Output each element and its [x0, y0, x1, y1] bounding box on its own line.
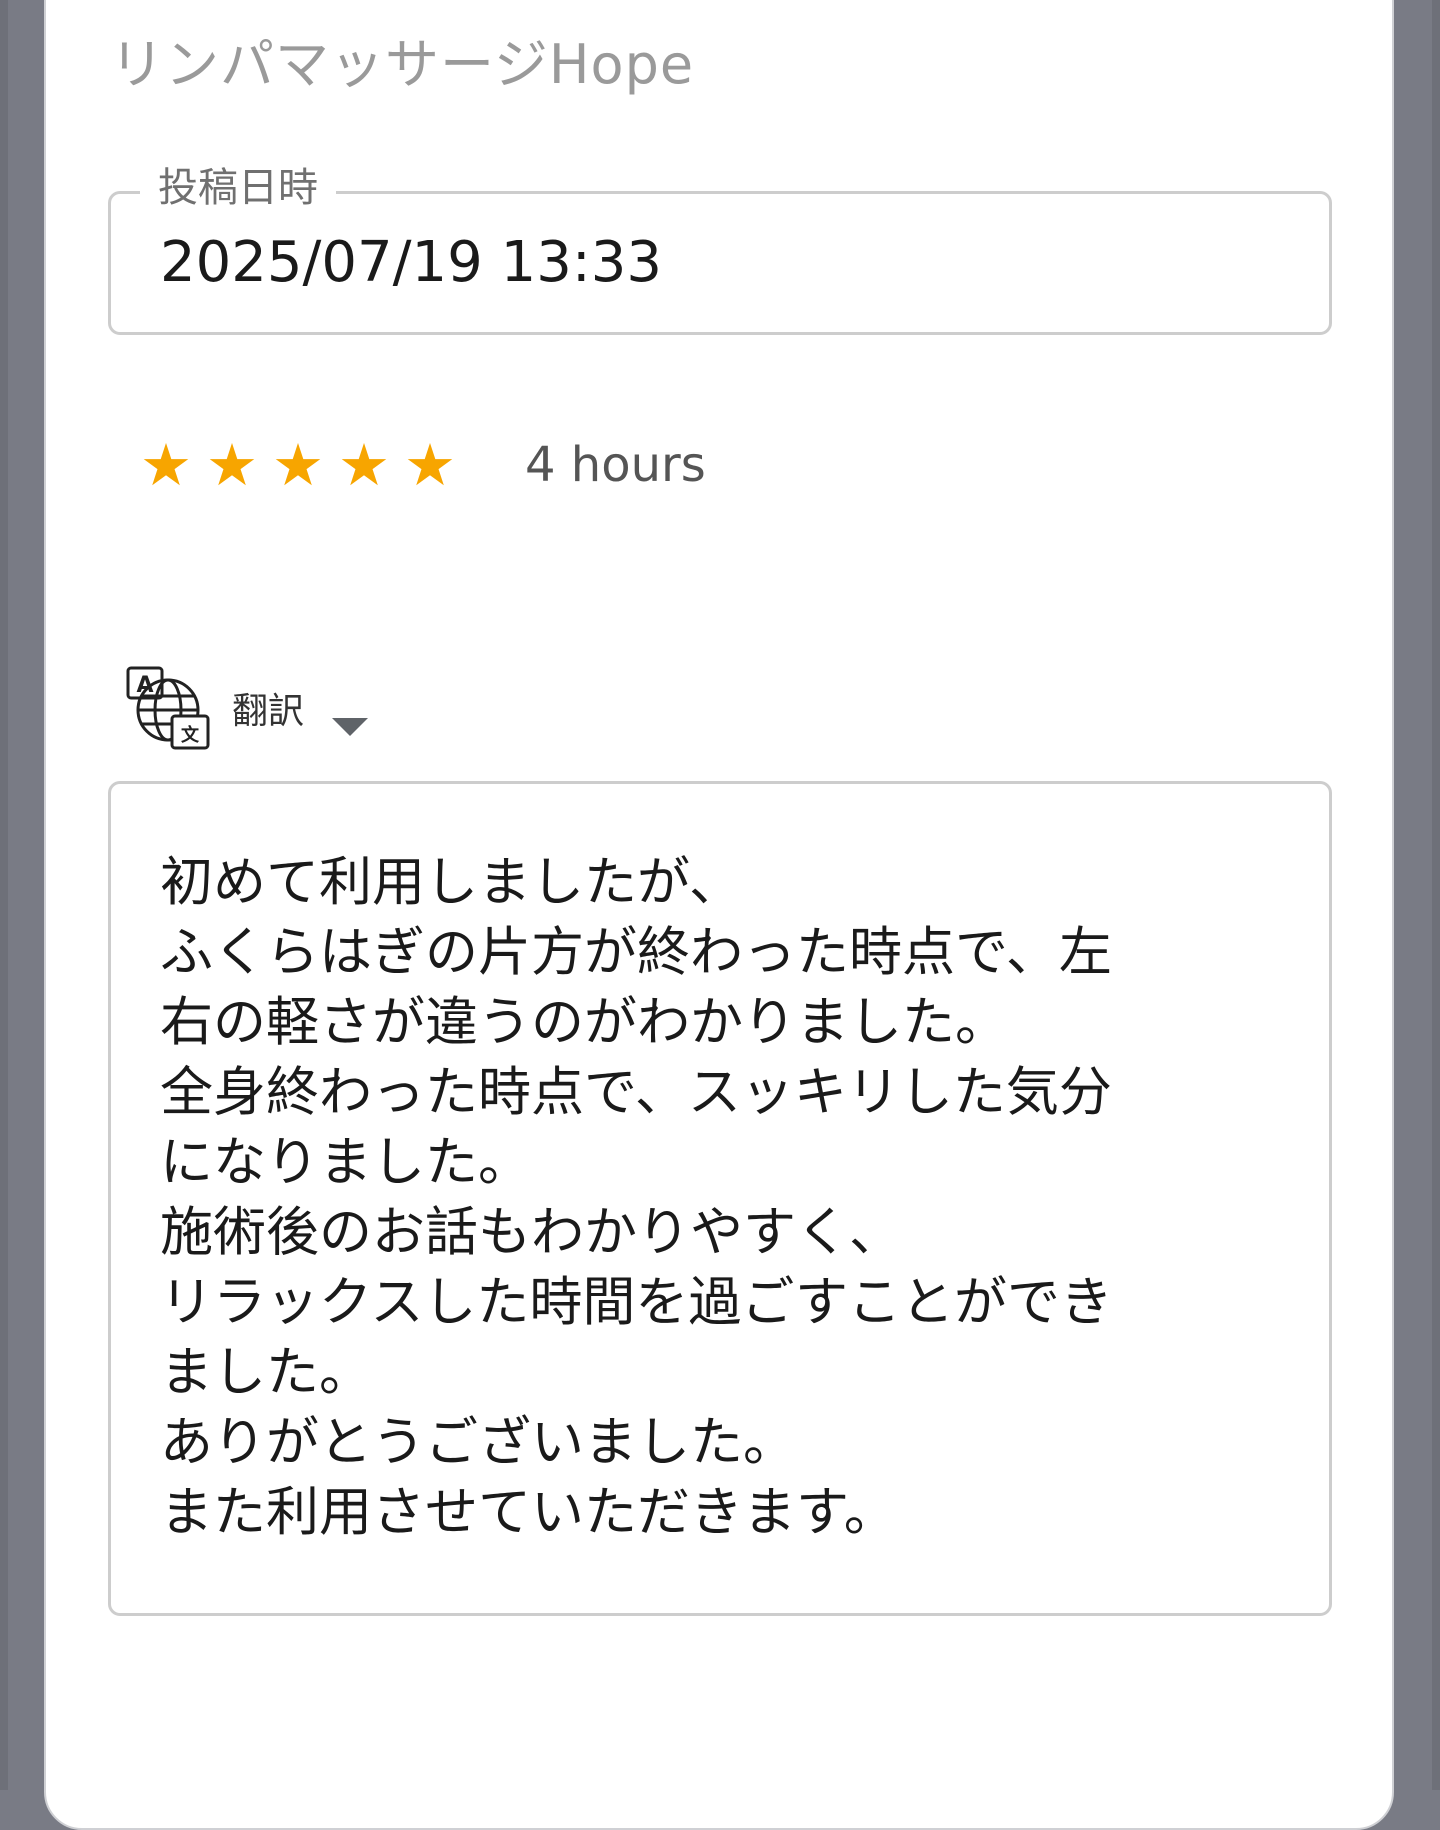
post-date-label: 投稿日時 [140, 160, 336, 216]
frame-right-edge [1432, 0, 1440, 1790]
business-name: リンパマッサージHope [110, 33, 695, 96]
review-body: 初めて利用しましたが、 ふくらはぎの片方が終わった時点で、左 右の軽さが違うのが… [160, 848, 1270, 1548]
review-time-ago: 4 hours [525, 437, 706, 493]
review-line: ました。 [160, 1342, 372, 1403]
review-line: また利用させていただきます。 [160, 1482, 897, 1543]
translate-label: 翻訳 [232, 691, 305, 732]
star-icon: ★ [272, 431, 324, 499]
review-line: 全身終わった時点で、スッキリした気分 [160, 1062, 1112, 1123]
star-icon: ★ [338, 431, 390, 499]
review-line: ふくらはぎの片方が終わった時点で、左 [160, 922, 1112, 983]
star-icon: ★ [404, 431, 456, 499]
svg-text:文: 文 [181, 724, 200, 746]
star-icon: ★ [206, 431, 258, 499]
translate-icon[interactable]: A 文 [124, 664, 214, 754]
review-line: ありがとうございました。 [160, 1412, 796, 1473]
review-line: リラックスした時間を過ごすことができ [160, 1272, 1113, 1333]
post-date-value: 2025/07/19 13:33 [160, 230, 662, 295]
review-line: 施術後のお話もわかりやすく、 [160, 1202, 902, 1263]
review-line: 初めて利用しましたが、 [160, 852, 742, 913]
frame-left-edge [0, 0, 8, 1790]
review-line: 右の軽さが違うのがわかりました。 [160, 992, 1008, 1053]
chevron-down-icon[interactable] [332, 718, 368, 736]
star-icon: ★ [140, 431, 192, 499]
review-line: になりました。 [160, 1132, 531, 1193]
star-rating: ★ ★ ★ ★ ★ [140, 430, 470, 500]
